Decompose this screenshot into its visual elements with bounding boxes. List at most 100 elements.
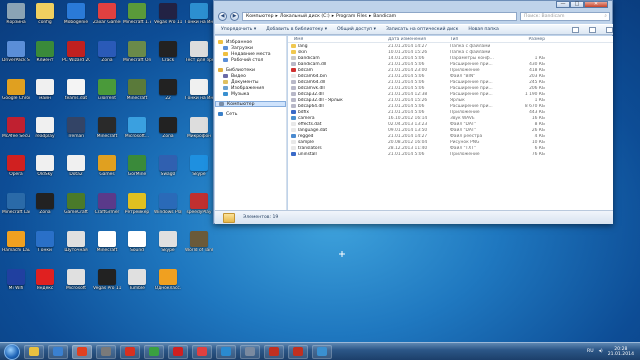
- desktop-icon[interactable]: Dota2: [62, 154, 90, 184]
- desktop-icon[interactable]: speedyPlay: [185, 192, 213, 222]
- desktop-icon[interactable]: Tumble: [123, 268, 151, 298]
- column-date[interactable]: Дата изменения: [388, 37, 450, 42]
- burn-button[interactable]: Записать на оптический диск: [386, 27, 458, 32]
- desktop-icon[interactable]: Микрофон: [185, 116, 213, 146]
- breadcrumb-item[interactable]: Program Files: [336, 14, 367, 19]
- taskbar-button[interactable]: [144, 344, 164, 359]
- desktop-icon[interactable]: GorMine: [123, 154, 151, 184]
- desktop-icon[interactable]: Minecraft: [93, 230, 121, 260]
- desktop-icon[interactable]: Microsoft: [62, 268, 90, 298]
- title-bar[interactable]: — □ ✕: [214, 1, 612, 9]
- nav-item[interactable]: Сеть: [215, 111, 286, 117]
- language-indicator[interactable]: RU: [587, 349, 594, 354]
- desktop-icon[interactable]: Mi Wifi: [2, 268, 30, 298]
- desktop-icon[interactable]: PC Wizard 2010: [62, 40, 90, 70]
- desktop-icon[interactable]: GameCraft: [62, 192, 90, 222]
- desktop-icon[interactable]: Яндекс: [31, 268, 59, 298]
- desktop-icon[interactable]: Zona: [31, 192, 59, 222]
- desktop-icon[interactable]: Minecraft Only Lau...: [123, 40, 151, 70]
- file-row[interactable]: uninstall 21.01.2014 5:06 Приложение 76 КБ: [288, 151, 613, 157]
- taskbar-button[interactable]: [192, 344, 212, 359]
- desktop-icon[interactable]: Google Chrome: [2, 78, 30, 108]
- taskbar-button[interactable]: [120, 344, 140, 359]
- desktop-icon[interactable]: Minecraft Launcher 1.6: [2, 192, 30, 222]
- desktop-icon[interactable]: 22: [154, 78, 182, 108]
- desktop-icon[interactable]: Гонки: [31, 230, 59, 260]
- forward-button[interactable]: ▶: [230, 11, 239, 21]
- taskbar-button[interactable]: [168, 344, 188, 359]
- desktop-icon[interactable]: Zona: [154, 116, 182, 146]
- maximize-button[interactable]: □: [570, 1, 584, 8]
- desktop-icon[interactable]: DriverPack Solution Lite: [2, 40, 30, 70]
- column-size[interactable]: Размер: [516, 37, 548, 42]
- breadcrumb-item[interactable]: Компьютер: [246, 14, 274, 19]
- desktop-icon[interactable]: World of Tanks: [185, 230, 213, 260]
- taskbar-button[interactable]: [264, 344, 284, 359]
- taskbar-button[interactable]: [72, 344, 92, 359]
- desktop-icon[interactable]: майн: [31, 78, 59, 108]
- desktop-icon[interactable]: McAfee Security Sca...: [2, 116, 30, 146]
- taskbar-button[interactable]: [240, 344, 260, 359]
- desktop-icon[interactable]: Skype: [185, 154, 213, 184]
- desktop-icon[interactable]: Microsoft...: [123, 116, 151, 146]
- desktop-icon[interactable]: Zona: [93, 40, 121, 70]
- preview-pane-icon[interactable]: [589, 26, 596, 33]
- desktop-icon[interactable]: Minecraft 1.7.2 - Run: [123, 2, 151, 32]
- view-options-icon[interactable]: [572, 26, 579, 33]
- desktop-icon[interactable]: readplay: [31, 116, 59, 146]
- desktop-icon[interactable]: Mobogenie: [62, 2, 90, 32]
- taskbar-button[interactable]: [96, 344, 116, 359]
- desktop-icon[interactable]: Minecraft: [93, 116, 121, 146]
- column-name[interactable]: Имя: [288, 37, 388, 42]
- desktop-icon[interactable]: OldSky: [31, 154, 59, 184]
- desktop-icon[interactable]: Hamachi Launcher: [2, 230, 30, 260]
- taskbar-button[interactable]: [288, 344, 308, 359]
- breadcrumb-item[interactable]: Локальный диск (C:): [280, 14, 330, 19]
- search-input[interactable]: Поиск: Bandicam ⌕: [520, 11, 610, 21]
- help-icon[interactable]: [606, 26, 613, 33]
- minimize-button[interactable]: —: [556, 1, 570, 8]
- desktop-icon[interactable]: Minecraft: [123, 78, 151, 108]
- taskbar-app-icon: [197, 347, 207, 356]
- desktop-icon[interactable]: Ретрейкер: [123, 192, 151, 222]
- desktop-icon-image: [7, 41, 25, 57]
- volume-icon[interactable]: ◂): [599, 349, 603, 354]
- desktop-icon[interactable]: Гонки на Интерне: [185, 78, 213, 108]
- taskbar-button[interactable]: [24, 344, 44, 359]
- taskbar-button[interactable]: [216, 344, 236, 359]
- desktop-icon[interactable]: Гонки на Интерне: [185, 2, 213, 32]
- desktop-icon[interactable]: Клиент: [31, 40, 59, 70]
- organize-button[interactable]: Упорядочить ▾: [221, 27, 256, 32]
- desktop-icon[interactable]: Games: [93, 154, 121, 184]
- taskbar-button[interactable]: [312, 344, 332, 359]
- start-button[interactable]: [4, 343, 20, 360]
- desktop-icon[interactable]: Crack: [154, 40, 182, 70]
- desktop-icon[interactable]: uTorrent: [93, 78, 121, 108]
- taskbar-button[interactable]: [48, 344, 68, 359]
- desktop-icon[interactable]: Корзина: [2, 2, 30, 32]
- desktop-icon[interactable]: config: [31, 2, 59, 32]
- column-type[interactable]: Тип: [450, 37, 516, 42]
- desktop-icon[interactable]: teams.dat: [62, 78, 90, 108]
- desktop-icon[interactable]: Sound: [123, 230, 151, 260]
- back-button[interactable]: ◀: [218, 11, 227, 21]
- desktop-icon[interactable]: Шуточная: [62, 230, 90, 260]
- clock[interactable]: 20:28 21.01.2014: [608, 347, 634, 357]
- desktop-icon[interactable]: Vegas Pro 11.0: [93, 268, 121, 298]
- desktop-icon[interactable]: Swag0: [154, 154, 182, 184]
- desktop-icon[interactable]: Skype: [154, 230, 182, 260]
- desktop-icon[interactable]: Однокласс.: [154, 268, 182, 298]
- breadcrumb-item[interactable]: Bandicam: [373, 14, 396, 19]
- add-to-library-button[interactable]: Добавить в библиотеку ▾: [266, 27, 327, 32]
- desktop-icon[interactable]: Vegas Pro 11.0: [154, 2, 182, 32]
- new-folder-button[interactable]: Новая папка: [468, 27, 498, 32]
- desktop-icon[interactable]: Windows Player: [154, 192, 182, 222]
- close-button[interactable]: ✕: [584, 1, 608, 8]
- desktop-icon[interactable]: Opera: [2, 154, 30, 184]
- desktop-icon[interactable]: Тест для зрен: [185, 40, 213, 70]
- address-bar[interactable]: Компьютер ▸ Локальный диск (C:) ▸ Program …: [242, 11, 517, 21]
- desktop-icon[interactable]: Tremari: [62, 116, 90, 146]
- share-button[interactable]: Общий доступ ▾: [337, 27, 376, 32]
- desktop-icon[interactable]: Zaxar Games Browser: [93, 2, 121, 32]
- desktop-icon[interactable]: CraftGrmer: [93, 192, 121, 222]
